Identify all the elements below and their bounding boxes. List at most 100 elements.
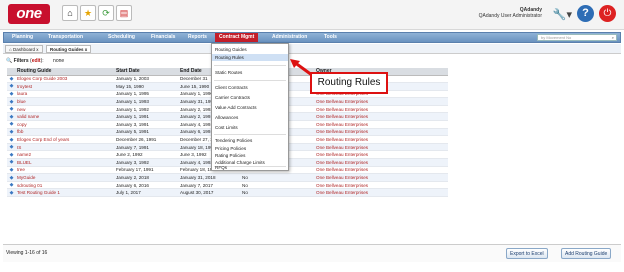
help-icon[interactable]: ? (577, 5, 594, 22)
nav-scheduling[interactable]: Scheduling (104, 33, 139, 42)
owner-link[interactable]: One Bellveau Enterprises (314, 158, 448, 167)
start-date-cell: January 1, 1993 (114, 97, 178, 106)
owner-link[interactable]: One Bellveau Enterprises (314, 143, 448, 152)
close-icon[interactable]: x (85, 47, 88, 52)
filters-value: none (53, 58, 65, 64)
owner-link[interactable]: One Bellveau Enterprises (314, 128, 448, 137)
row-icon[interactable]: ◆ (7, 128, 15, 137)
nav-contract-mgmt[interactable]: Contract Mgmt (215, 33, 259, 42)
start-date-cell: December 26, 1991 (114, 135, 178, 144)
start-date-cell: January 1, 1992 (114, 105, 178, 114)
export-excel-button[interactable]: Export to Excel (506, 248, 548, 259)
routing-guide-name-link[interactable]: troytest (15, 82, 114, 91)
routing-guide-name-link[interactable]: Elogex Corp Guide 2003 (15, 75, 114, 84)
routing-guide-name-link[interactable]: laura (15, 90, 114, 99)
menu-item-cost-limits[interactable]: Cost Limits (212, 124, 288, 131)
menu-item-pricing-policies[interactable]: Pricing Policies (212, 145, 288, 152)
search-icon[interactable]: ⌕ (612, 35, 614, 41)
menu-item-rating-policies[interactable]: Rating Policies (212, 152, 288, 159)
start-date-cell: July 1, 2017 (114, 188, 178, 197)
menu-item-routing-guides[interactable]: Routing Guides (212, 46, 288, 53)
row-icon[interactable]: ◆ (7, 120, 15, 129)
menu-item-carrier-contracts[interactable]: Carrier Contracts (212, 94, 288, 101)
owner-link[interactable]: One Bellveau Enterprises (314, 112, 448, 122)
row-icon[interactable]: ◆ (7, 143, 15, 152)
table-row[interactable]: ◆ MyGuide January 2, 2018 January 31, 2018 N… (7, 173, 448, 182)
routing-guide-name-link[interactable]: Elogex Corp End of years (15, 135, 114, 144)
row-icon[interactable]: ◆ (7, 90, 15, 99)
owner-link[interactable]: One Bellveau Enterprises (314, 135, 448, 144)
menu-item-allowances[interactable]: Allowances (212, 114, 288, 121)
row-icon[interactable]: ◆ (7, 105, 15, 114)
column-header-routing-guide[interactable]: Routing Guide (15, 68, 114, 76)
row-icon[interactable]: ◆ (7, 150, 15, 160)
nav-financials[interactable]: Financials (147, 33, 179, 42)
row-icon[interactable]: ◆ (7, 181, 15, 190)
nav-administration[interactable]: Administration (268, 33, 311, 42)
owner-link[interactable]: One Bellveau Enterprises (314, 166, 448, 175)
filters-label: Filters (13, 58, 29, 64)
tab-routing-guides[interactable]: Routing Guides x (46, 45, 92, 53)
table-row[interactable]: ◆ sdrouting 01 January 6, 2016 January 7, 2… (7, 181, 448, 190)
grid-footer: Viewing 1-16 of 16 Export to Excel Add R… (3, 244, 621, 262)
report-icon[interactable]: ▤ (116, 5, 132, 21)
menu-item-value-add-contracts[interactable]: Value Add Contracts (212, 104, 288, 111)
owner-link[interactable]: One Bellveau Enterprises (314, 173, 448, 182)
row-icon[interactable]: ◆ (7, 135, 15, 144)
routing-guide-name-link[interactable]: valid name (15, 112, 114, 122)
nav-tools[interactable]: Tools (320, 33, 341, 42)
owner-link[interactable]: One Bellveau Enterprises (314, 188, 448, 197)
flag-cell: No (240, 173, 314, 182)
table-row[interactable]: ◆ Test Routing Guide 1 July 1, 2017 August … (7, 188, 448, 197)
row-icon[interactable]: ◆ (7, 158, 15, 167)
row-icon[interactable]: ◆ (7, 173, 15, 182)
owner-link[interactable]: One Bellveau Enterprises (314, 105, 448, 114)
routing-guide-name-link[interactable]: blue (15, 97, 114, 106)
routing-guide-name-link[interactable]: new (15, 105, 114, 114)
start-date-cell: January 7, 1991 (114, 143, 178, 152)
power-icon[interactable]: ⏻ (599, 5, 616, 22)
routing-guide-name-link[interactable]: IS (15, 143, 114, 152)
row-icon[interactable]: ◆ (7, 166, 15, 175)
routing-guide-name-link[interactable]: BLUEL (15, 158, 114, 167)
owner-link[interactable]: One Bellveau Enterprises (314, 150, 448, 160)
paging-status: Viewing 1-16 of 16 (6, 250, 48, 256)
column-header-start-date[interactable]: Start Date (114, 68, 178, 76)
nav-transportation[interactable]: Transportation (44, 33, 87, 42)
row-icon[interactable]: ◆ (7, 82, 15, 91)
row-icon[interactable]: ◆ (7, 188, 15, 197)
routing-guide-name-link[interactable]: MyGuide (15, 173, 114, 182)
owner-link[interactable]: One Bellveau Enterprises (314, 181, 448, 190)
owner-link[interactable]: One Bellveau Enterprises (314, 120, 448, 129)
wrench-icon[interactable]: 🔧▾ (553, 8, 572, 21)
movement-search-input[interactable]: by Movement No ⌕ (537, 34, 617, 41)
row-icon[interactable]: ◆ (7, 112, 15, 122)
nav-planning[interactable]: Planning (8, 33, 37, 42)
menu-item-static-routes[interactable]: Static Routes (212, 69, 288, 76)
routing-guide-name-link[interactable]: tree (15, 166, 114, 175)
menu-item-rfqs[interactable]: RFQs (212, 165, 288, 171)
routing-guide-name-link[interactable]: sdrouting 01 (15, 181, 114, 190)
menu-item-client-contracts[interactable]: Client Contracts (212, 84, 288, 91)
nav-reports[interactable]: Reports (184, 33, 211, 42)
end-date-cell: January 7, 2017 (178, 181, 240, 190)
close-icon[interactable]: x (36, 47, 38, 52)
menu-item-routing-rules[interactable]: Routing Rules (212, 54, 288, 61)
add-routing-guide-button[interactable]: Add Routing Guide (561, 248, 612, 259)
menu-item-tendering-policies[interactable]: Tendering Policies (212, 137, 288, 144)
routing-guide-name-link[interactable]: Test Routing Guide 1 (15, 188, 114, 197)
routing-guide-name-link[interactable]: copy (15, 120, 114, 129)
refresh-icon[interactable]: ⟳ (98, 5, 114, 21)
tab-routing-guides-label: Routing Guides (50, 47, 84, 52)
home-icon[interactable]: ⌂ (62, 5, 78, 21)
filters-edit-link[interactable]: edit (32, 58, 41, 64)
row-icon[interactable]: ◆ (7, 75, 15, 84)
app-logo[interactable]: one (8, 4, 50, 24)
routing-guide-name-link[interactable]: fbb (15, 128, 114, 137)
tab-dashboard[interactable]: ⌂ Dashboard x (5, 45, 43, 53)
routing-guide-name-link[interactable]: name2 (15, 150, 114, 160)
row-icon[interactable]: ◆ (7, 97, 15, 106)
owner-link[interactable]: One Bellveau Enterprises (314, 97, 448, 106)
star-icon[interactable]: ★ (80, 5, 96, 21)
start-date-cell: January 1, 1991 (114, 112, 178, 122)
